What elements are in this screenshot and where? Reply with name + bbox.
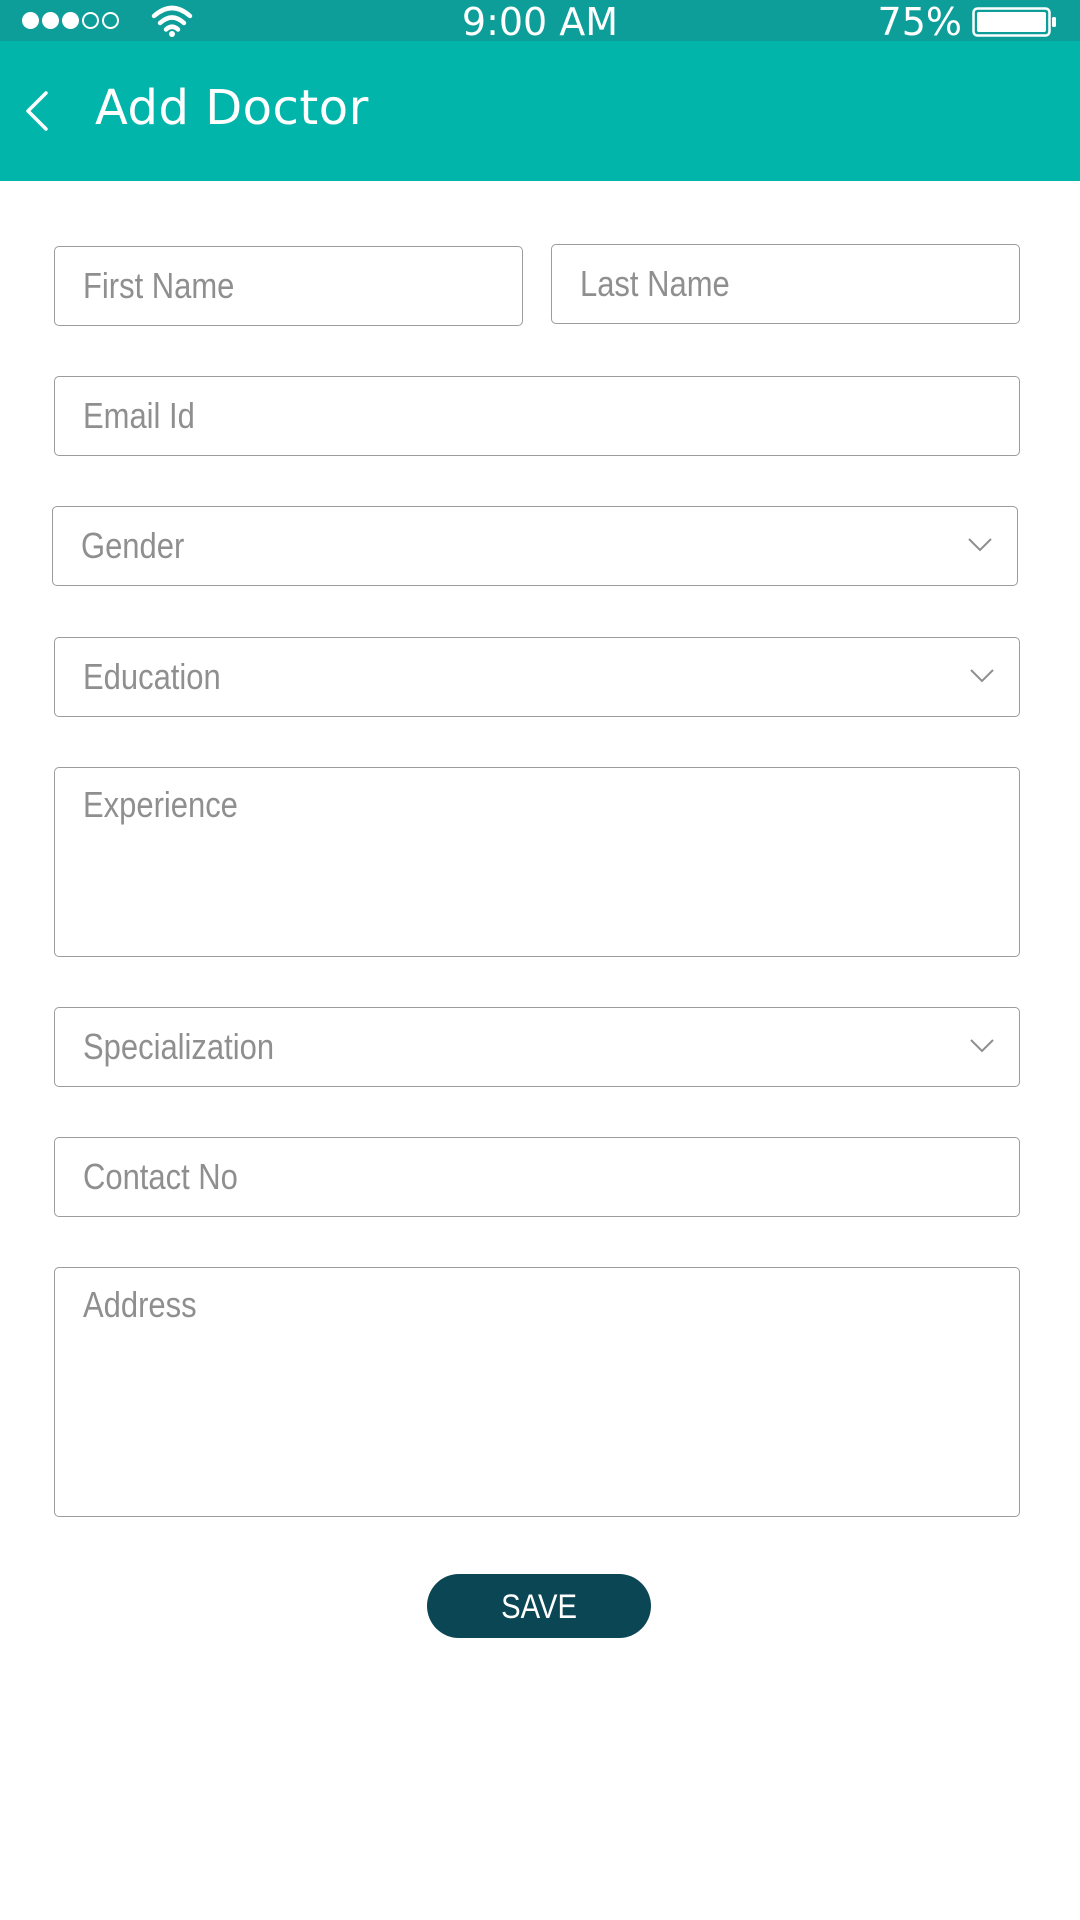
save-button-label: SAVE [501,1588,577,1626]
chevron-down-icon [968,538,992,552]
gender-select[interactable]: Gender [52,506,1018,586]
specialization-select[interactable]: Specialization [54,1007,1020,1087]
back-arrow-icon[interactable] [18,81,58,141]
experience-placeholder: Experience [83,784,238,825]
chevron-down-icon [970,669,994,683]
last-name-field[interactable]: Last Name [551,244,1020,324]
status-bar: 9:00 AM 75% [0,0,1080,44]
address-textarea[interactable]: Address [54,1267,1020,1517]
battery-icon [972,7,1056,37]
last-name-placeholder: Last Name [580,263,730,304]
gender-placeholder: Gender [81,525,185,566]
app-header: Add Doctor [0,41,1080,181]
experience-textarea[interactable]: Experience [54,767,1020,957]
email-field[interactable]: Email Id [54,376,1020,456]
specialization-placeholder: Specialization [83,1026,275,1067]
save-button[interactable]: SAVE [427,1574,651,1638]
first-name-placeholder: First Name [83,265,235,306]
battery-percentage: 75% [877,0,962,44]
contact-number-field[interactable]: Contact No [54,1137,1020,1217]
first-name-field[interactable]: First Name [54,246,523,326]
address-placeholder: Address [83,1284,197,1325]
education-placeholder: Education [83,656,221,697]
contact-number-placeholder: Contact No [83,1156,238,1197]
page-title: Add Doctor [95,80,369,136]
email-placeholder: Email Id [83,395,195,436]
chevron-down-icon [970,1039,994,1053]
education-select[interactable]: Education [54,637,1020,717]
